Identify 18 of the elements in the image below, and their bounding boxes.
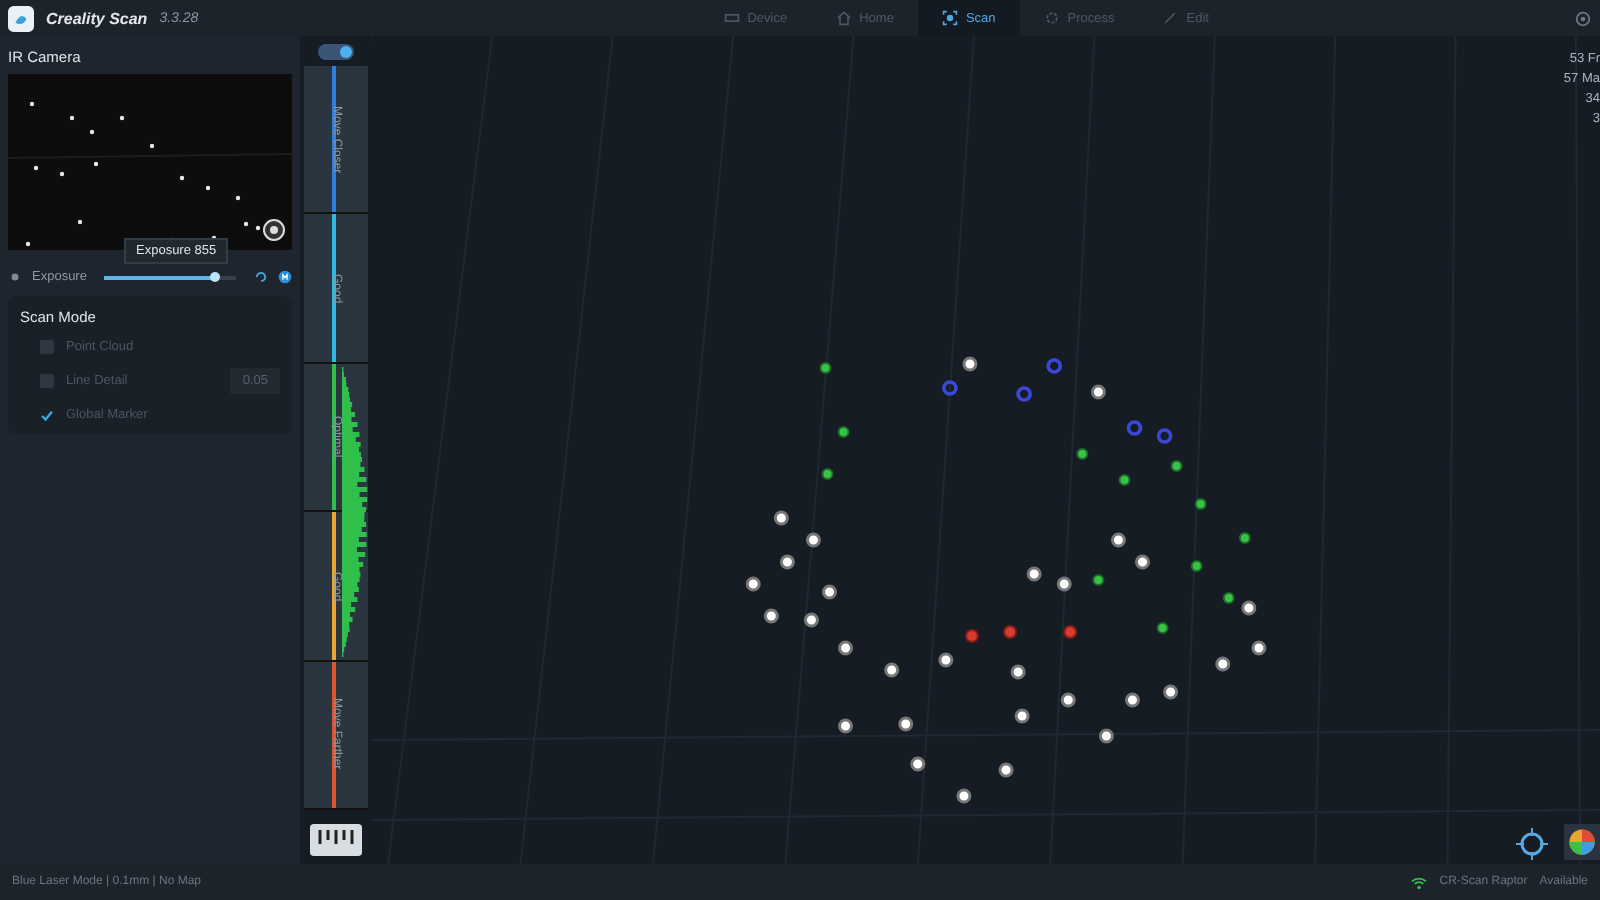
color-wheel-icon[interactable]: [1564, 822, 1600, 862]
target-icon[interactable]: [1516, 828, 1548, 860]
scanner-icon: [941, 10, 958, 26]
wifi-icon: [1409, 875, 1428, 889]
home-icon: [835, 10, 852, 26]
refresh-icon[interactable]: [254, 270, 268, 284]
auto-icon[interactable]: [278, 270, 292, 284]
toggle-switch[interactable]: [318, 44, 354, 60]
checkbox[interactable]: [40, 408, 54, 422]
brightness-icon: [8, 270, 22, 284]
app-name: Creality Scan: [46, 9, 148, 27]
app-logo-icon: [8, 5, 34, 31]
device-icon: [723, 10, 740, 26]
settings-icon[interactable]: [1574, 9, 1592, 27]
edit-icon: [1162, 10, 1179, 26]
checkbox[interactable]: [40, 340, 54, 354]
checkbox[interactable]: [40, 374, 54, 388]
ruler-icon[interactable]: [310, 824, 362, 856]
